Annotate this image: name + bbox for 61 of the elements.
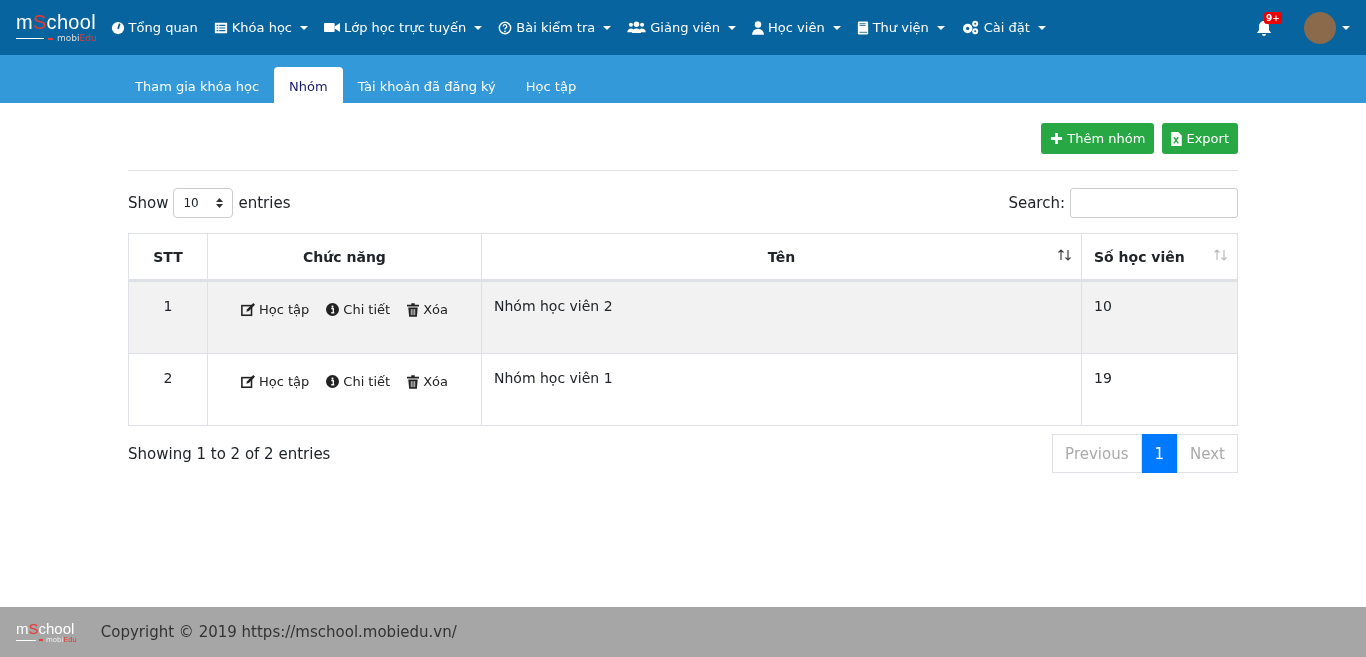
gauge-icon bbox=[110, 20, 125, 35]
tab[interactable]: Nhóm bbox=[274, 67, 343, 103]
page-button[interactable]: 1 bbox=[1141, 434, 1178, 473]
caret-icon bbox=[300, 25, 308, 30]
show-label: Show bbox=[128, 193, 169, 212]
copyright-text: Copyright © 2019 https://mschool.mobiedu.vn/ bbox=[100, 623, 457, 641]
study-link[interactable]: Học tập bbox=[241, 374, 310, 389]
edit-icon bbox=[241, 374, 255, 389]
nav-menu-item[interactable]: Khóa học bbox=[213, 20, 308, 35]
student-count: 10 bbox=[1094, 298, 1112, 314]
page-size-select[interactable]: 10 bbox=[173, 187, 234, 218]
caret-icon bbox=[474, 25, 483, 30]
notification-badge: 9+ bbox=[1264, 11, 1282, 24]
caret-icon bbox=[936, 25, 945, 30]
table-info: Showing 1 to 2 of 2 entries bbox=[128, 444, 331, 463]
column-header: STT bbox=[153, 248, 183, 265]
nav-menu-item[interactable]: Bài kiểm tra bbox=[498, 20, 612, 35]
details-link[interactable]: Chi tiết bbox=[326, 374, 391, 389]
delete-link[interactable]: Xóa bbox=[407, 374, 448, 389]
column-header[interactable]: Tên bbox=[767, 248, 796, 265]
student-count: 19 bbox=[1094, 370, 1112, 386]
details-link[interactable]: Chi tiết bbox=[326, 302, 391, 317]
info-icon bbox=[326, 303, 340, 316]
users-icon bbox=[627, 21, 647, 34]
nav-menu-item[interactable]: Thư viện bbox=[856, 20, 945, 35]
book-icon bbox=[856, 20, 869, 35]
plus-icon bbox=[1050, 132, 1064, 145]
trash-icon bbox=[407, 302, 420, 317]
caret-icon[interactable] bbox=[1342, 25, 1350, 30]
list-icon bbox=[213, 20, 228, 35]
entries-label: entries bbox=[238, 193, 291, 212]
caret-icon bbox=[603, 25, 612, 30]
group-name: Nhóm học viên 2 bbox=[494, 298, 613, 314]
sort-icon[interactable] bbox=[1057, 249, 1073, 261]
bell-icon[interactable] bbox=[1256, 19, 1272, 36]
logo[interactable]: mSchool mobiEdu bbox=[16, 12, 97, 43]
nav-menu-item[interactable]: Cài đặt bbox=[960, 20, 1046, 35]
column-header: Chức năng bbox=[303, 248, 386, 265]
search-label: Search: bbox=[1008, 193, 1065, 212]
caret-icon bbox=[1037, 25, 1046, 30]
nav-menu-item[interactable]: Giảng viên bbox=[627, 20, 737, 35]
row-number: 2 bbox=[163, 370, 173, 386]
trash-icon bbox=[407, 374, 420, 389]
search-field[interactable] bbox=[1070, 187, 1238, 218]
question-icon bbox=[498, 20, 513, 35]
study-link[interactable]: Học tập bbox=[241, 302, 310, 317]
video-camera-icon bbox=[324, 21, 340, 34]
group-name: Nhóm học viên 1 bbox=[494, 370, 613, 386]
info-icon bbox=[326, 375, 340, 388]
user-icon bbox=[752, 20, 765, 35]
nav-menu-item[interactable]: Tổng quan bbox=[110, 20, 198, 35]
nav-menu-item[interactable]: Học viên bbox=[752, 20, 841, 35]
edit-icon bbox=[241, 302, 255, 317]
nav-menu-item[interactable]: Lớp học trực tuyến bbox=[324, 20, 483, 35]
delete-link[interactable]: Xóa bbox=[407, 302, 448, 317]
gears-icon bbox=[960, 20, 980, 35]
row-number: 1 bbox=[163, 298, 173, 314]
caret-icon bbox=[832, 25, 841, 30]
caret-icon bbox=[728, 25, 737, 30]
sort-icon bbox=[216, 197, 224, 208]
spreadsheet-icon bbox=[1171, 131, 1183, 146]
